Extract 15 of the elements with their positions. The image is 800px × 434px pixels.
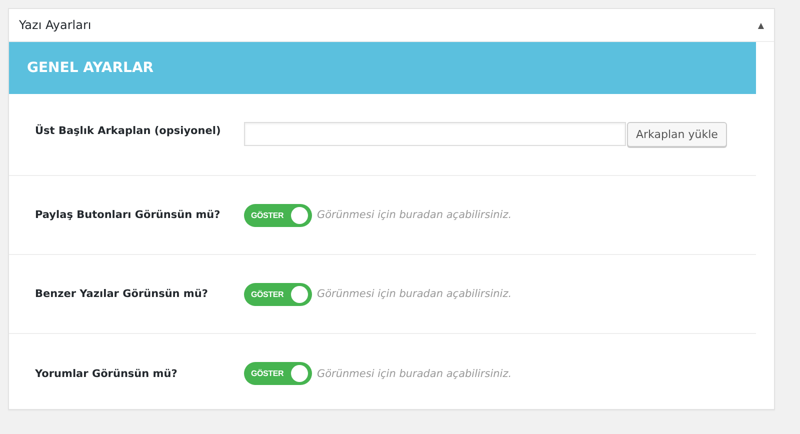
- toggle-switch[interactable]: GÖSTER: [244, 362, 312, 385]
- hint-text: Görünmesi için buradan açabilirsiniz.: [317, 209, 512, 221]
- input-field[interactable]: [244, 122, 626, 146]
- upload-button[interactable]: Arkaplan yükle: [627, 122, 727, 147]
- field-label: Paylaş Butonları Görünsün mü?: [35, 209, 222, 221]
- field-label: Üst Başlık Arkaplan (opsiyonel): [35, 123, 222, 137]
- hint-text: Görünmesi için buradan açabilirsiniz.: [317, 368, 512, 380]
- panel-title: Yazı Ayarları: [19, 18, 92, 32]
- toggle-switch[interactable]: GÖSTER: [244, 282, 312, 306]
- field-label: Yorumlar Görünsün mü?: [35, 368, 178, 380]
- section-title: GENEL AYARLAR: [27, 60, 154, 76]
- collapse-toggle[interactable]: ▲: [758, 20, 764, 30]
- toggle-switch[interactable]: GÖSTER: [244, 204, 312, 226]
- hint-text: Görünmesi için buradan açabilirsiniz.: [317, 288, 512, 300]
- field-label: Benzer Yazılar Görünsün mü?: [35, 288, 209, 300]
